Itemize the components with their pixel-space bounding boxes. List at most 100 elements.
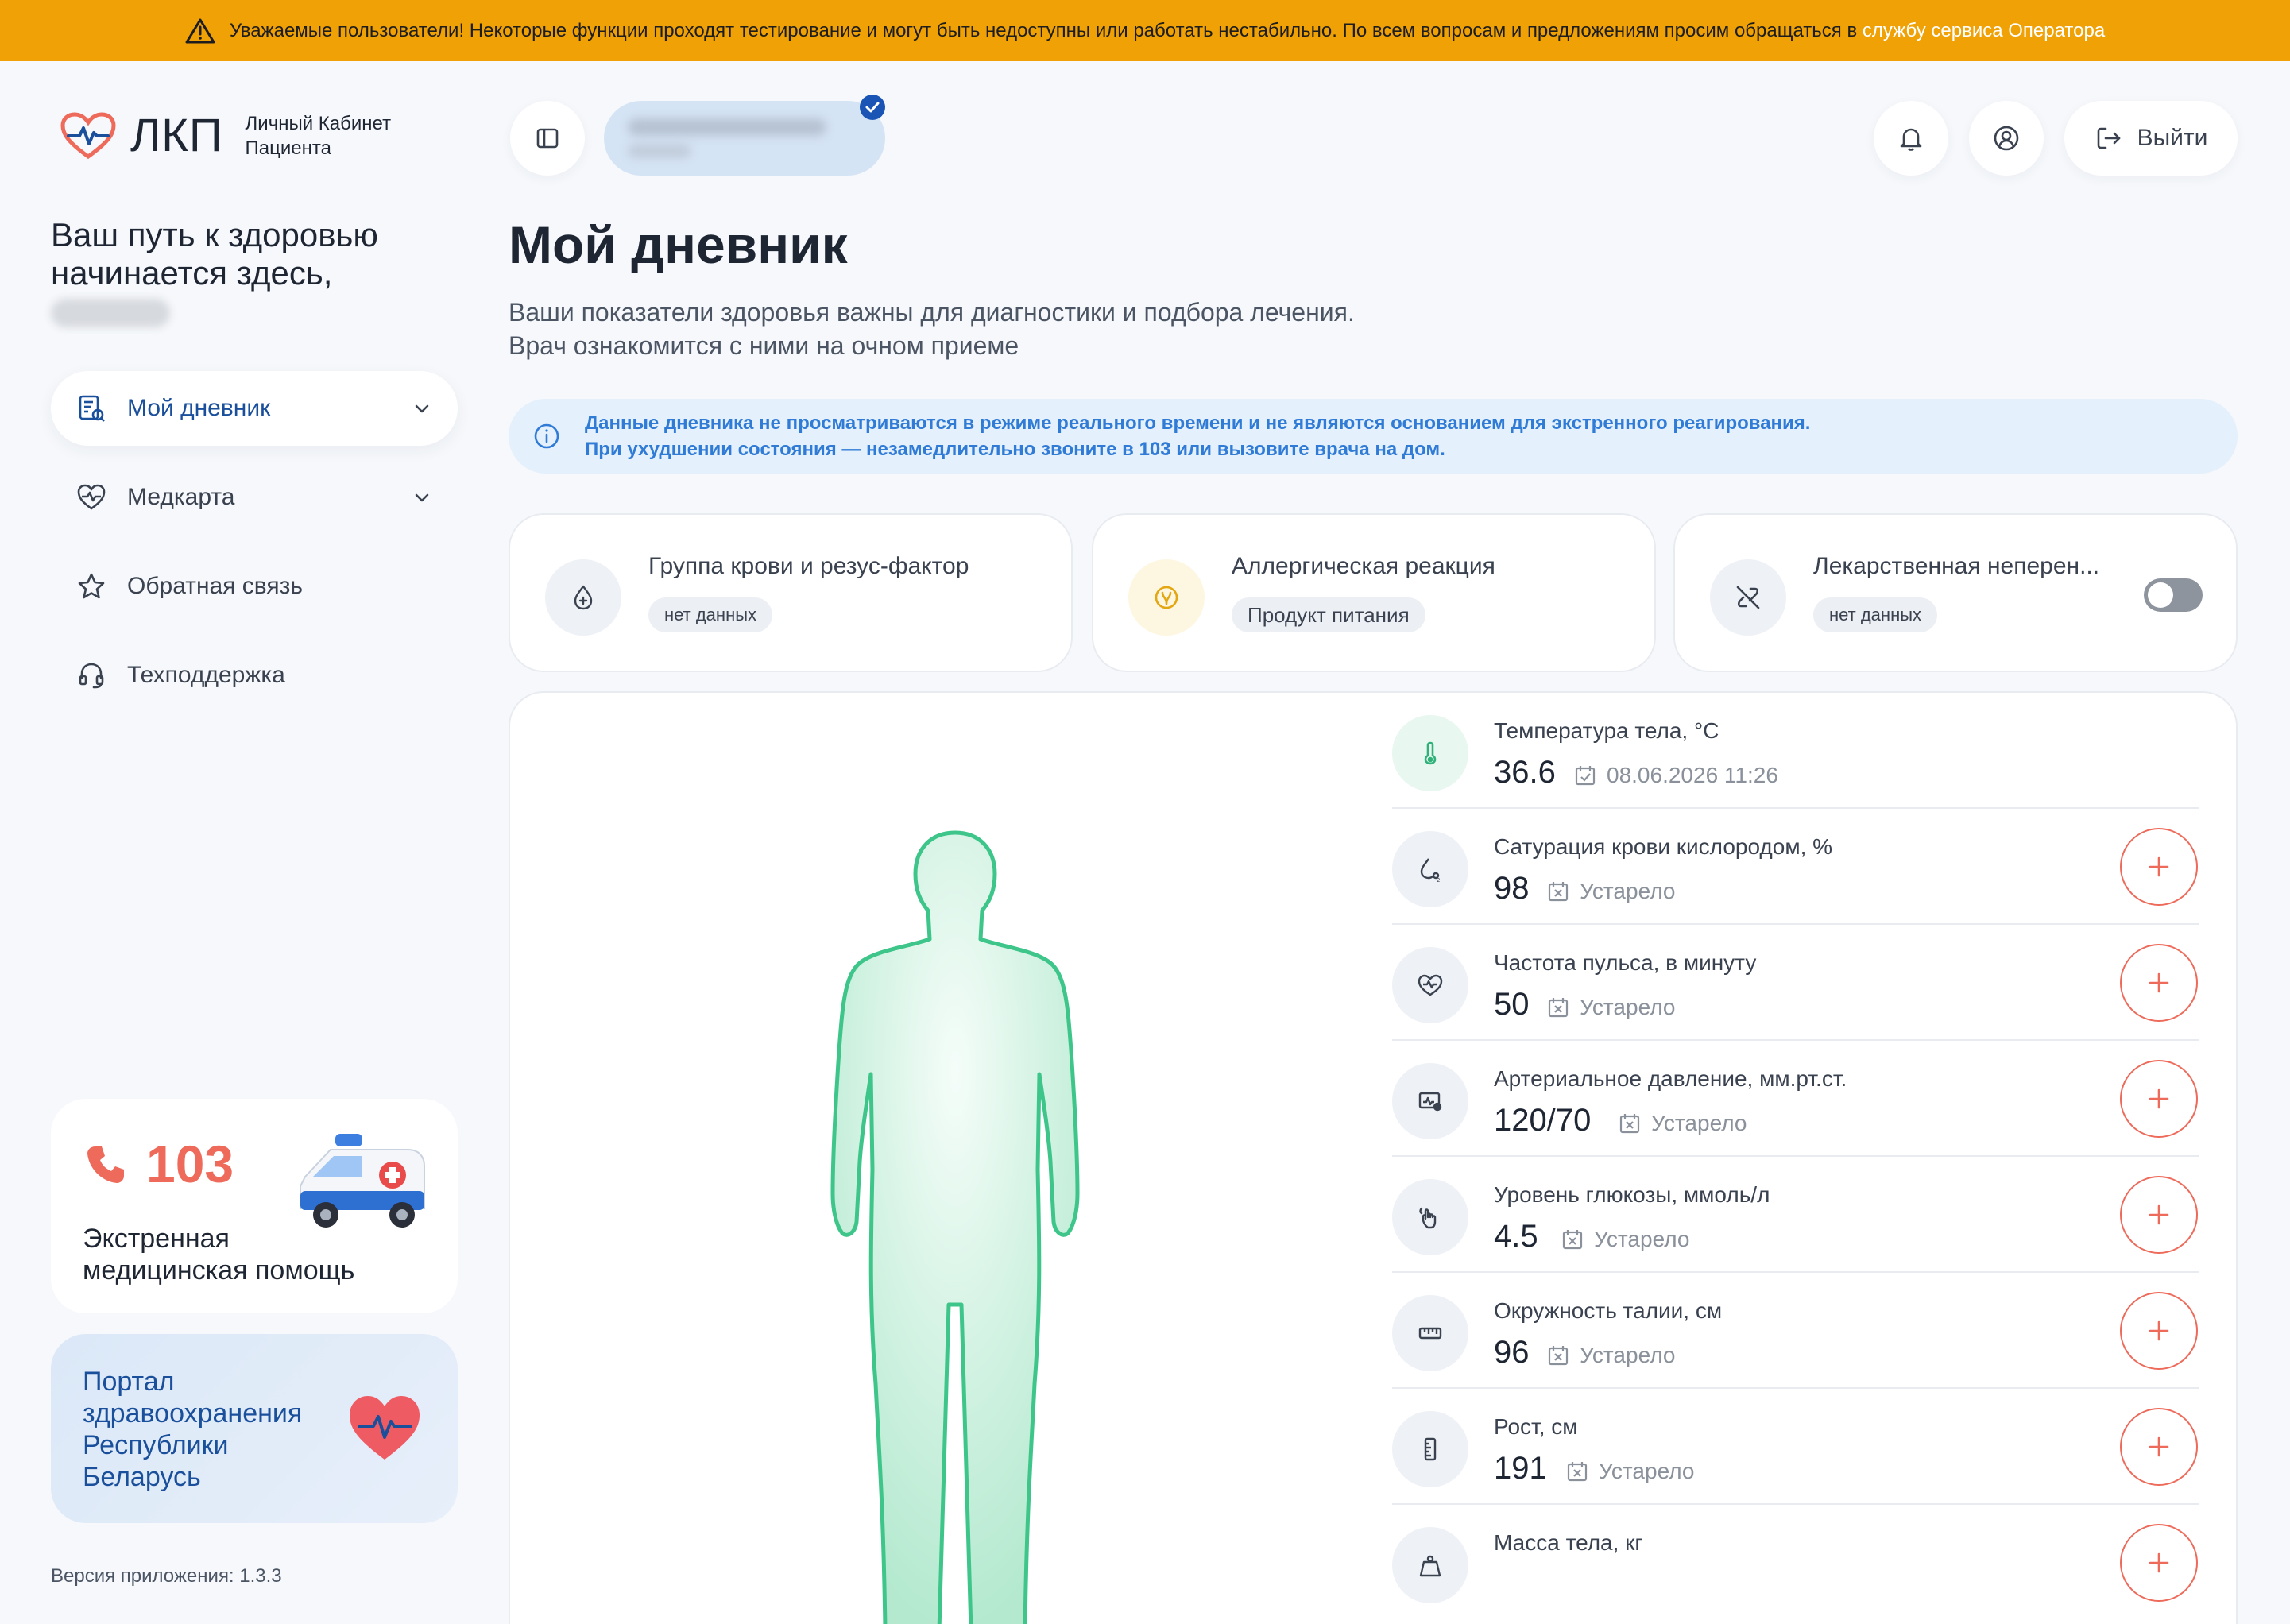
add-blood-pressure-button[interactable] (2120, 1060, 2198, 1138)
metric-date-text: Устарело (1580, 995, 1676, 1019)
metric-icon-wrap: 2 (1392, 831, 1468, 907)
info-line2: При ухудшении состояния — незамедлительн… (585, 439, 1445, 460)
bell-icon (1900, 128, 1922, 151)
ruler-icon (1424, 1437, 1437, 1461)
diary-icon (79, 395, 105, 422)
calendar-x-icon (1548, 998, 1569, 1018)
metric-date-text: 08.06.2026 11:26 (1607, 763, 1778, 787)
banner-text: Уважаемые пользователи! Некоторые функци… (229, 19, 1858, 41)
drug-intolerance-card[interactable]: Лекарственная неперен... нет данных (1673, 513, 2238, 672)
user-profile-chip[interactable] (604, 95, 885, 176)
metric-waist[interactable]: Окружность талии, см 96 Устарело (1392, 1273, 2199, 1389)
add-height-button[interactable] (2120, 1408, 2198, 1486)
metric-icon-wrap (1392, 715, 1468, 791)
add-waist-button[interactable] (2120, 1292, 2198, 1370)
user-birthdate-redacted (628, 144, 691, 158)
add-saturation-button[interactable] (2120, 828, 2198, 906)
metric-icon-wrap (1392, 1063, 1468, 1139)
metric-date: Устарело (1546, 879, 1675, 904)
logout-icon (2097, 127, 2120, 149)
plus-icon (2149, 1204, 2169, 1225)
metric-weight[interactable]: Масса тела, кг (1392, 1505, 2199, 1621)
calendar-x-icon (1619, 1114, 1640, 1134)
headset-icon (79, 663, 104, 689)
metric-name: Частота пульса, в минуту (1494, 950, 1757, 975)
metric-icon-wrap (1392, 947, 1468, 1023)
metric-icon-wrap (1392, 1179, 1468, 1255)
plus-icon (2149, 856, 2169, 877)
allergy-card[interactable]: Аллергическая реакция Продукт питания (1092, 513, 1656, 672)
plus-icon (2149, 1436, 2169, 1457)
info-alert: Данные дневника не просматриваются в реж… (509, 399, 2238, 474)
metric-blood-pressure[interactable]: Артериальное давление, мм.рт.ст. 120/70 … (1392, 1041, 2199, 1157)
heart-pulse-icon (350, 1396, 420, 1460)
logout-button[interactable]: Выйти (2064, 101, 2238, 176)
emergency-card[interactable]: 103 Экстренная медицинская помощь (51, 1099, 458, 1313)
metric-value: 96 (1494, 1335, 1530, 1370)
metric-icon-wrap (1392, 1295, 1468, 1371)
sidebar-item-medcard[interactable]: Медкарта (51, 460, 458, 535)
sidebar-item-feedback[interactable]: Обратная связь (51, 549, 458, 624)
metric-date-text: Устарело (1599, 1459, 1695, 1483)
metric-value: 36.6 (1494, 755, 1556, 790)
add-glucose-button[interactable] (2120, 1176, 2198, 1254)
sidebar-item-label: Обратная связь (127, 573, 304, 599)
portal-title-line2: здравоохранения (83, 1398, 303, 1429)
portal-title-line4: Беларусь (83, 1462, 201, 1492)
page-title: Мой дневник (509, 215, 848, 274)
logo-subtitle: Личный Кабинет Пациента (246, 111, 392, 160)
metric-name: Масса тела, кг (1494, 1530, 1643, 1555)
drug-intolerance-toggle[interactable] (2144, 578, 2203, 612)
page-subtitle: Ваши показатели здоровья важны для диагн… (509, 296, 1621, 362)
announcement-banner: Уважаемые пользователи! Некоторые функци… (0, 0, 2290, 61)
verified-check-icon (860, 95, 885, 120)
card-title: Аллергическая реакция (1232, 553, 1495, 579)
tape-measure-icon (1418, 1327, 1442, 1340)
metric-date-text: Устарело (1580, 879, 1676, 903)
emergency-label-line2: медицинская помощь (83, 1255, 355, 1286)
ambulance-icon (300, 1134, 425, 1228)
card-tag: нет данных (1813, 597, 1938, 632)
sidebar-item-support[interactable]: Техподдержка (51, 638, 458, 713)
metric-icon-wrap (1392, 1411, 1468, 1487)
sidebar-nav: Мой дневник Медкарта Обратная связь Техп… (51, 371, 458, 727)
card-tag: Продукт питания (1232, 597, 1425, 632)
metric-value: 4.5 (1494, 1219, 1538, 1254)
page-subtitle-line2: Врач ознакомится с ними на очном приеме (509, 331, 1019, 360)
sidebar-item-label: Техподдержка (127, 662, 285, 688)
metric-date-text: Устарело (1594, 1227, 1690, 1251)
add-weight-button[interactable] (2120, 1524, 2198, 1602)
calendar-x-icon (1567, 1462, 1588, 1482)
weight-icon (1419, 1555, 1441, 1577)
emergency-number: 103 (146, 1135, 234, 1193)
card-title: Группа крови и резус-фактор (648, 553, 969, 579)
health-portal-card[interactable]: Портал здравоохранения Республики Белару… (51, 1334, 458, 1523)
add-pulse-button[interactable] (2120, 944, 2198, 1022)
operator-service-link[interactable]: службу сервиса Оператора (1863, 20, 2105, 41)
metric-name: Сатурация крови кислородом, % (1494, 834, 1833, 859)
metric-glucose[interactable]: Уровень глюкозы, ммоль/л 4.5 Устарело (1392, 1157, 2199, 1273)
metric-date: 08.06.2026 11:26 (1573, 763, 1778, 788)
notifications-button[interactable] (1874, 101, 1948, 176)
metric-height[interactable]: Рост, см 191 Устарело (1392, 1389, 2199, 1505)
oxygen-drop-icon: 2 (1420, 858, 1440, 883)
metric-date-text: Устарело (1651, 1111, 1747, 1135)
metric-pulse[interactable]: Частота пульса, в минуту 50 Устарело (1392, 925, 2199, 1041)
toggle-sidebar-button[interactable] (510, 101, 585, 176)
metric-saturation[interactable]: 2 Сатурация крови кислородом, % 98 Устар… (1392, 809, 2199, 925)
heart-pulse-icon (77, 484, 106, 510)
card-icon-wrap (1128, 559, 1205, 636)
plus-icon (2149, 1552, 2169, 1573)
metric-value: 120/70 (1494, 1103, 1592, 1138)
sidebar-item-diary[interactable]: Мой дневник (51, 371, 458, 446)
plus-icon (2149, 972, 2169, 993)
metric-name: Температура тела, °C (1494, 718, 1719, 743)
metric-value: 191 (1494, 1451, 1547, 1486)
account-button[interactable] (1969, 101, 2044, 176)
blood-type-card[interactable]: Группа крови и резус-фактор нет данных (509, 513, 1073, 672)
app-logo[interactable]: ЛКП Личный Кабинет Пациента (60, 109, 391, 162)
calendar-check-icon (1575, 766, 1596, 786)
sidebar-panel-icon (536, 128, 559, 149)
metric-temperature[interactable]: Температура тела, °C 36.6 08.06.2026 11:… (1392, 693, 2199, 809)
pulse-heart-icon (1418, 974, 1443, 996)
